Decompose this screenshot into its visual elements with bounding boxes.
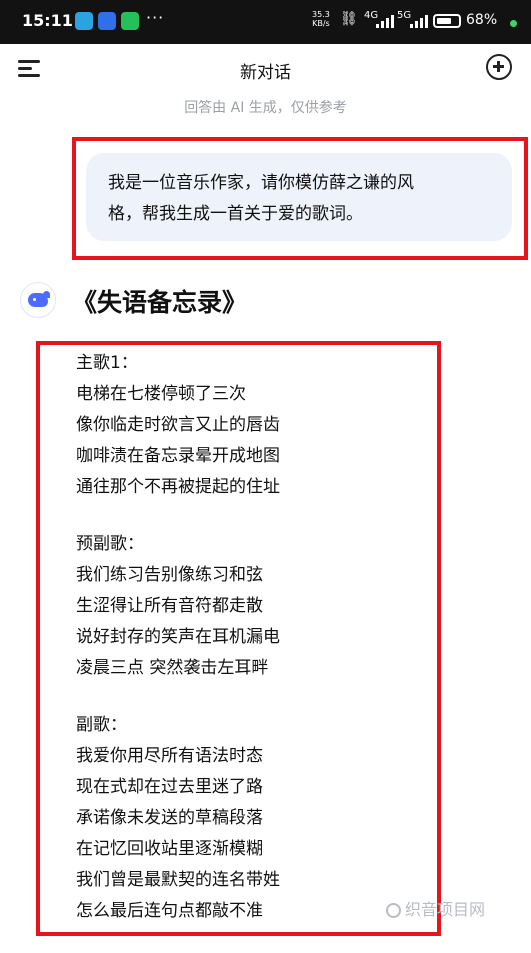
lyric-line: 电梯在七楼停顿了三次	[76, 384, 246, 404]
stanza-label: 副歌：	[76, 715, 127, 735]
network-speed-value: 35.3	[312, 10, 330, 19]
stanza-label: 主歌1：	[76, 353, 138, 373]
stanza-chorus: 副歌： 我爱你用尽所有语法时态 现在式却在过去里迷了路 承诺像未发送的草稿段落 …	[76, 710, 280, 927]
stanza-pre-chorus: 预副歌： 我们练习告别像练习和弦 生涩得让所有音符都走散 说好封存的笑声在耳机漏…	[76, 529, 280, 684]
lyric-line: 我爱你用尽所有语法时态	[76, 746, 263, 766]
lyric-line: 说好封存的笑声在耳机漏电	[76, 627, 280, 647]
status-time: 15:11	[22, 11, 73, 30]
lyric-line: 我们曾是最默契的连名带姓	[76, 870, 280, 890]
watermark-text: 织音项目网	[405, 900, 486, 919]
user-message-line: 我是一位音乐作家，请你模仿薛之谦的风	[108, 173, 414, 193]
chat-header: 新对话	[0, 44, 531, 94]
user-message-line: 格，帮我生成一首关于爱的歌词。	[108, 204, 363, 224]
lyric-line: 咖啡渍在备忘录晕开成地图	[76, 446, 280, 466]
network-speed: 35.3 KB/s	[312, 10, 330, 28]
page-title: 新对话	[240, 63, 291, 83]
lyric-line: 承诺像未发送的草稿段落	[76, 808, 263, 828]
5g-label: 5G	[397, 10, 412, 21]
battery-percent: 68%	[466, 12, 498, 28]
lyric-line: 现在式却在过去里迷了路	[76, 777, 263, 797]
signal-4g-icon	[376, 14, 394, 28]
lyric-line: 我们练习告别像练习和弦	[76, 565, 263, 585]
lyric-line: 生涩得让所有音符都走散	[76, 596, 263, 616]
song-title: 《失语备忘录》	[72, 288, 248, 317]
watermark: 织音项目网	[386, 896, 485, 920]
lyric-line: 怎么最后连句点都敲不准	[76, 901, 263, 921]
stanza-verse-1: 主歌1： 电梯在七楼停顿了三次 像你临走时欲言又止的唇齿 咖啡渍在备忘录晕开成地…	[76, 348, 280, 503]
more-notifications-indicator: ···	[146, 8, 165, 27]
watermark-logo-icon	[386, 903, 401, 918]
hotspot-link-icon: ⛓	[340, 11, 358, 27]
wechat-notification-icon	[121, 12, 139, 30]
charging-dot-icon	[510, 20, 517, 27]
telegram-notification-icon	[75, 12, 93, 30]
app-notification-icon	[98, 12, 116, 30]
battery-icon	[433, 14, 461, 28]
assistant-avatar	[20, 282, 56, 318]
lyric-line: 像你临走时欲言又止的唇齿	[76, 415, 280, 435]
lyrics-body: 主歌1： 电梯在七楼停顿了三次 像你临走时欲言又止的唇齿 咖啡渍在备忘录晕开成地…	[76, 348, 280, 953]
lyric-line: 在记忆回收站里逐渐模糊	[76, 839, 263, 859]
status-bar: 15:11 ··· 35.3 KB/s ⛓ 4G 5G 68%	[0, 0, 531, 44]
lyric-line: 凌晨三点 突然袭击左耳畔	[76, 658, 269, 678]
lyric-line: 通往那个不再被提起的住址	[76, 477, 280, 497]
user-message-bubble: 我是一位音乐作家，请你模仿薛之谦的风 格，帮我生成一首关于爱的歌词。	[86, 153, 512, 241]
stanza-label: 预副歌：	[76, 534, 144, 554]
new-chat-plus-icon[interactable]	[486, 54, 512, 80]
network-speed-unit: KB/s	[312, 19, 330, 28]
signal-5g-icon	[410, 14, 428, 28]
ai-disclaimer: 回答由 AI 生成，仅供参考	[184, 100, 347, 116]
